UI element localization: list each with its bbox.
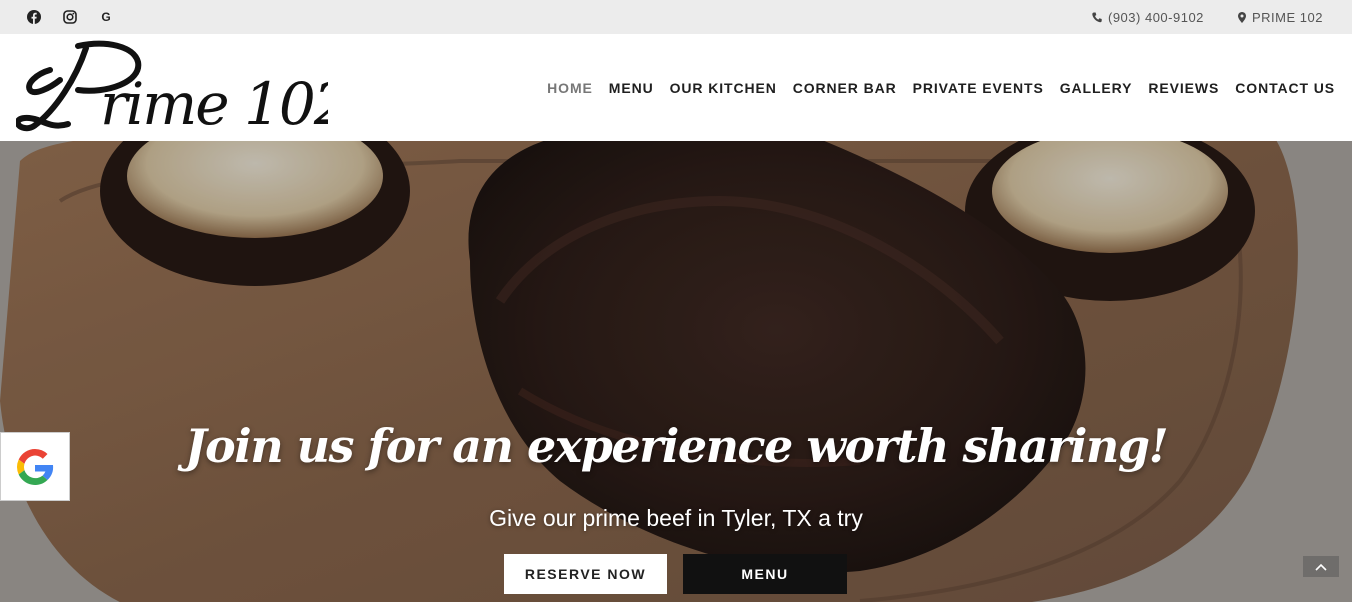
nav-menu[interactable]: MENU bbox=[609, 80, 654, 96]
google-logo-icon bbox=[17, 448, 54, 485]
prime-102-logo[interactable]: rime 102 bbox=[14, 38, 351, 138]
reserve-now-button[interactable]: RESERVE NOW bbox=[504, 554, 667, 594]
phone-number: (903) 400-9102 bbox=[1108, 9, 1204, 25]
facebook-icon[interactable] bbox=[24, 0, 44, 34]
main-nav: HOME MENU OUR KITCHEN CORNER BAR PRIVATE… bbox=[531, 68, 1335, 108]
nav-reviews[interactable]: REVIEWS bbox=[1148, 80, 1219, 96]
hero-subline: Give our prime beef in Tyler, TX a try bbox=[489, 505, 863, 531]
chevron-up-icon bbox=[1315, 563, 1327, 571]
menu-button[interactable]: MENU bbox=[683, 554, 847, 594]
google-icon[interactable]: G bbox=[96, 0, 116, 34]
nav-contact-us[interactable]: CONTACT US bbox=[1235, 80, 1335, 96]
google-glyph: G bbox=[101, 10, 111, 24]
hero-banner: Join us for an experience worth sharing!… bbox=[0, 141, 1352, 602]
logo-wordmark: rime 102 bbox=[100, 70, 328, 138]
nav-gallery[interactable]: GALLERY bbox=[1060, 80, 1133, 96]
nav-home[interactable]: HOME bbox=[547, 80, 593, 96]
instagram-icon[interactable] bbox=[60, 0, 80, 34]
map-pin-icon bbox=[1238, 11, 1246, 23]
nav-our-kitchen[interactable]: OUR KITCHEN bbox=[670, 80, 777, 96]
nav-corner-bar[interactable]: CORNER BAR bbox=[793, 80, 897, 96]
site-header: rime 102 HOME MENU OUR KITCHEN CORNER BA… bbox=[0, 34, 1352, 141]
steak-hero-image bbox=[0, 141, 1352, 602]
top-utility-bar: G (903) 400-9102 PRIME 102 bbox=[0, 0, 1352, 34]
phone-icon bbox=[1092, 12, 1102, 22]
location-name: PRIME 102 bbox=[1252, 9, 1323, 25]
scroll-to-top-button[interactable] bbox=[1303, 556, 1339, 577]
location-link[interactable]: PRIME 102 bbox=[1238, 0, 1323, 34]
hero-tagline: Join us for an experience worth sharing! bbox=[184, 419, 1169, 473]
nav-private-events[interactable]: PRIVATE EVENTS bbox=[913, 80, 1044, 96]
phone-link[interactable]: (903) 400-9102 bbox=[1092, 0, 1204, 34]
google-reviews-badge[interactable] bbox=[0, 432, 70, 501]
